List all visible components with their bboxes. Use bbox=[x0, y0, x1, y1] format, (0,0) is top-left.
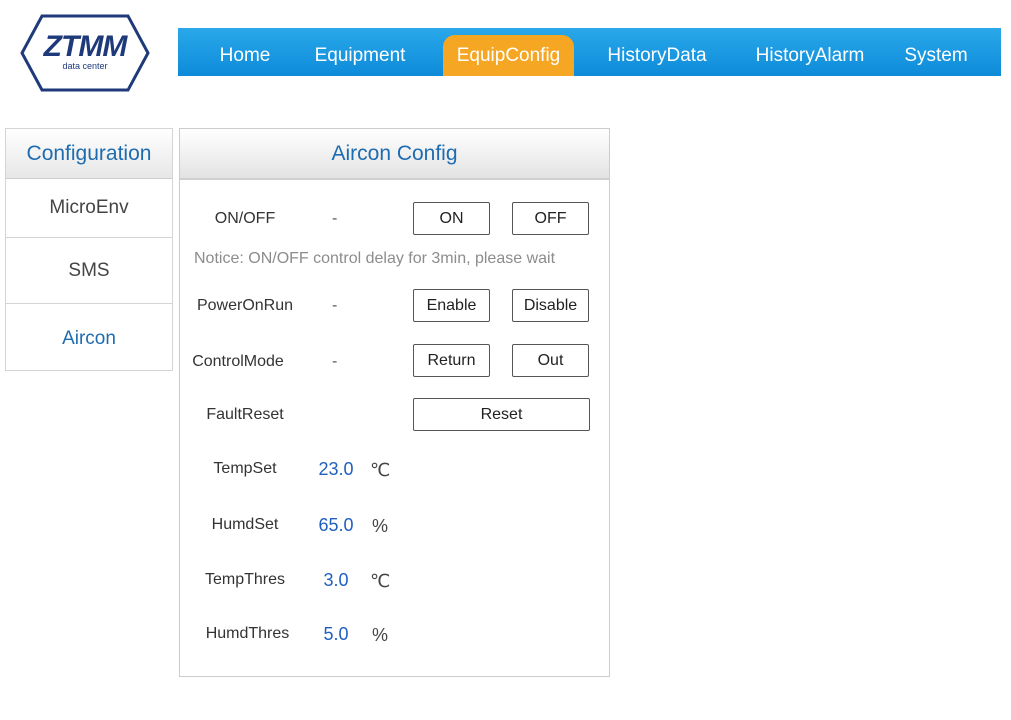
enable-button[interactable]: Enable bbox=[413, 289, 490, 322]
aircon-config-panel: Aircon Config ON/OFF - ON OFF Notice: ON… bbox=[179, 128, 610, 677]
top-nav: Home Equipment EquipConfig HistoryData H… bbox=[178, 28, 1001, 76]
logo: ZTMM data center bbox=[20, 14, 150, 92]
panel-title: Aircon Config bbox=[180, 129, 609, 180]
tempthres-label: TempThres bbox=[204, 571, 286, 588]
on-button[interactable]: ON bbox=[413, 202, 490, 235]
nav-equipment[interactable]: Equipment bbox=[304, 35, 416, 76]
tempthres-value[interactable]: 3.0 bbox=[306, 570, 366, 591]
tempthres-unit: ℃ bbox=[370, 571, 391, 591]
nav-home[interactable]: Home bbox=[206, 35, 284, 76]
sidebar-item-microenv[interactable]: MicroEnv bbox=[6, 179, 172, 238]
humdset-unit: % bbox=[372, 516, 389, 536]
controlmode-label: ControlMode bbox=[192, 353, 284, 370]
reset-button[interactable]: Reset bbox=[413, 398, 590, 431]
humdthres-value[interactable]: 5.0 bbox=[306, 624, 366, 645]
faultreset-label: FaultReset bbox=[206, 406, 284, 423]
out-button[interactable]: Out bbox=[512, 344, 589, 377]
nav-system[interactable]: System bbox=[896, 35, 976, 76]
onoff-notice: Notice: ON/OFF control delay for 3min, p… bbox=[194, 250, 556, 267]
tempset-unit: ℃ bbox=[370, 460, 391, 480]
logo-subtitle: data center bbox=[62, 61, 108, 71]
sidebar-item-sms[interactable]: SMS bbox=[6, 238, 172, 304]
humdset-value[interactable]: 65.0 bbox=[306, 515, 366, 536]
nav-equipconfig[interactable]: EquipConfig bbox=[443, 35, 574, 76]
controlmode-status: - bbox=[332, 353, 338, 370]
config-sidebar: Configuration MicroEnv SMS Aircon bbox=[5, 128, 173, 371]
onoff-label: ON/OFF bbox=[214, 210, 276, 227]
humdthres-label: HumdThres bbox=[205, 625, 290, 642]
disable-button[interactable]: Disable bbox=[512, 289, 589, 322]
onoff-status: - bbox=[332, 210, 338, 227]
tempset-value[interactable]: 23.0 bbox=[306, 459, 366, 480]
tempset-label: TempSet bbox=[213, 460, 277, 477]
nav-historyalarm[interactable]: HistoryAlarm bbox=[745, 35, 875, 76]
sidebar-item-aircon[interactable]: Aircon bbox=[6, 304, 172, 371]
sidebar-title: Configuration bbox=[6, 129, 172, 179]
logo-brand: ZTMM bbox=[43, 30, 128, 63]
nav-historydata[interactable]: HistoryData bbox=[598, 35, 716, 76]
humdthres-unit: % bbox=[372, 625, 389, 645]
poweronrun-status: - bbox=[332, 297, 338, 314]
off-button[interactable]: OFF bbox=[512, 202, 589, 235]
humdset-label: HumdSet bbox=[211, 516, 279, 533]
return-button[interactable]: Return bbox=[413, 344, 490, 377]
poweronrun-label: PowerOnRun bbox=[196, 297, 294, 314]
